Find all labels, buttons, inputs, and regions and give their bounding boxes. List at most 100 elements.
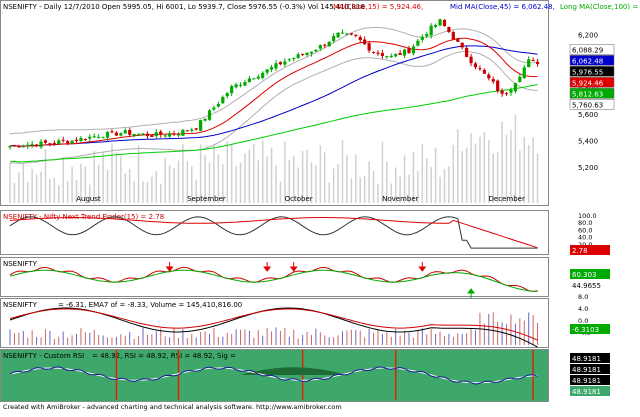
- candle-body: [309, 51, 314, 54]
- candle-body: [296, 54, 300, 58]
- macd-tick-label: 0.0: [578, 317, 588, 325]
- candle-body: [491, 79, 495, 82]
- price-value-label: 6,088.29: [572, 46, 603, 54]
- candle-body: [318, 45, 322, 49]
- price-value-label: 5,760.63: [572, 101, 603, 109]
- candle-body: [398, 53, 402, 55]
- macd-panel-title: NSENIFTY: [3, 301, 38, 309]
- candle-body: [123, 130, 127, 134]
- candle-body: [394, 54, 398, 57]
- candle-body: [434, 25, 438, 27]
- candle-body: [199, 120, 203, 131]
- candle-body: [48, 143, 52, 145]
- candle-body: [194, 128, 198, 130]
- candle-body: [531, 60, 535, 62]
- candle-body: [136, 133, 141, 135]
- trend-finder-line: [9, 216, 538, 249]
- candle-body: [39, 141, 43, 148]
- candle-body: [203, 118, 207, 121]
- sell-arrow-icon: [289, 262, 298, 272]
- macd-line: [9, 307, 538, 348]
- candle-body: [518, 76, 522, 82]
- candle-body: [212, 107, 216, 110]
- candle-body: [132, 133, 136, 136]
- candle-body: [21, 146, 25, 148]
- candle-body: [407, 48, 411, 54]
- osc-panel-title: NSENIFTY: [3, 260, 38, 268]
- candle-body: [234, 84, 238, 88]
- candle-body: [252, 78, 256, 80]
- candle-body: [114, 132, 118, 136]
- candle-body: [238, 84, 243, 86]
- price-tick-label: 6,200: [578, 32, 598, 40]
- candle-body: [314, 49, 318, 52]
- candle-body: [88, 136, 92, 139]
- candle-body: [101, 137, 105, 139]
- candle-body: [74, 139, 79, 142]
- candle-body: [216, 103, 220, 107]
- candle-body: [287, 59, 291, 61]
- candle-body: [8, 145, 12, 148]
- trend-signal-line: [9, 217, 538, 249]
- candle-body: [265, 69, 269, 73]
- candle-body: [535, 61, 540, 65]
- candle-body: [438, 19, 442, 26]
- candle-body: [12, 144, 17, 146]
- candle-body: [190, 129, 194, 131]
- candle-body: [274, 63, 278, 69]
- candle-body: [487, 74, 491, 79]
- candle-body: [301, 53, 305, 55]
- candle-body: [513, 83, 517, 92]
- candle-body: [225, 93, 229, 97]
- candle-body: [66, 141, 70, 144]
- candle-body: [181, 129, 185, 136]
- candle-body: [456, 38, 460, 42]
- rsi-value-label: 48.9181: [572, 377, 601, 385]
- candle-body: [17, 145, 21, 148]
- candle-body: [256, 76, 260, 79]
- candle-body: [332, 36, 336, 42]
- x-axis-month-label: September: [187, 195, 226, 203]
- price-value-label: 5,924.46: [572, 79, 604, 87]
- candle-body: [385, 56, 389, 58]
- macd-signal-line: [9, 308, 538, 341]
- candle-body: [465, 47, 469, 57]
- candle-body: [482, 69, 486, 74]
- candle-body: [243, 82, 247, 86]
- candle-body: [159, 131, 163, 135]
- rsi-legend-text: = 48.92, RSI = 48.92, RSI = 48.92, Sig =: [92, 352, 236, 360]
- candle-body: [447, 27, 451, 33]
- candle-body: [336, 32, 340, 38]
- candle-body: [504, 93, 509, 95]
- x-axis-month-label: August: [76, 195, 101, 203]
- candle-body: [261, 72, 265, 78]
- rsi-value-label: 48.9181: [572, 366, 601, 374]
- candle-body: [119, 133, 123, 136]
- candle-body: [35, 144, 39, 147]
- candle-body: [70, 140, 74, 144]
- candle-body: [420, 36, 424, 40]
- price-value-label: 5,976.55: [572, 68, 603, 76]
- candle-body: [327, 41, 331, 47]
- osc-value-label: 60.303: [572, 271, 597, 279]
- candle-body: [172, 133, 176, 135]
- candle-body: [97, 136, 101, 138]
- candle-body: [247, 78, 251, 83]
- candle-body: [354, 34, 358, 36]
- candle-body: [163, 135, 167, 137]
- candle-body: [469, 56, 473, 64]
- macd-tick-label: 4.0: [578, 305, 588, 313]
- candle-body: [367, 43, 371, 51]
- candle-body: [402, 49, 407, 56]
- candle-body: [128, 129, 132, 135]
- candle-body: [425, 34, 429, 37]
- candle-body: [176, 134, 181, 136]
- sell-arrow-icon: [418, 262, 427, 272]
- candle-body: [150, 135, 154, 138]
- candle-body: [451, 32, 455, 40]
- candle-body: [26, 144, 30, 146]
- upper-band-line: [9, 27, 538, 135]
- candle-body: [185, 130, 189, 132]
- price-tick-label: 5,200: [578, 164, 598, 172]
- candle-body: [473, 63, 478, 68]
